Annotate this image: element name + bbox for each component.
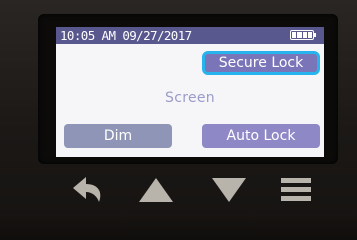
dim-button[interactable]: Dim — [64, 124, 172, 148]
status-bar: 10:05 AM 09/27/2017 — [56, 27, 324, 44]
secure-lock-button[interactable]: Secure Lock — [202, 51, 320, 75]
down-triangle-icon — [212, 178, 246, 202]
battery-tip — [314, 33, 316, 37]
screen-section-label: Screen — [165, 90, 215, 106]
menu-button[interactable] — [270, 166, 322, 214]
back-button[interactable] — [62, 166, 114, 214]
up-triangle-icon — [139, 178, 173, 202]
device-body: 10:05 AM 09/27/2017 Secure Lock Screen D… — [0, 0, 357, 240]
back-arrow-icon — [73, 177, 101, 202]
menu-icon — [281, 178, 311, 201]
hardware-button-row — [0, 166, 357, 214]
down-button[interactable] — [203, 166, 255, 214]
datetime-text: 10:05 AM 09/27/2017 — [60, 28, 192, 43]
lcd-screen: 10:05 AM 09/27/2017 Secure Lock Screen D… — [56, 27, 324, 157]
device-base — [0, 214, 357, 240]
battery-full-icon — [290, 30, 314, 40]
auto-lock-button[interactable]: Auto Lock — [202, 124, 320, 148]
up-button[interactable] — [130, 166, 182, 214]
